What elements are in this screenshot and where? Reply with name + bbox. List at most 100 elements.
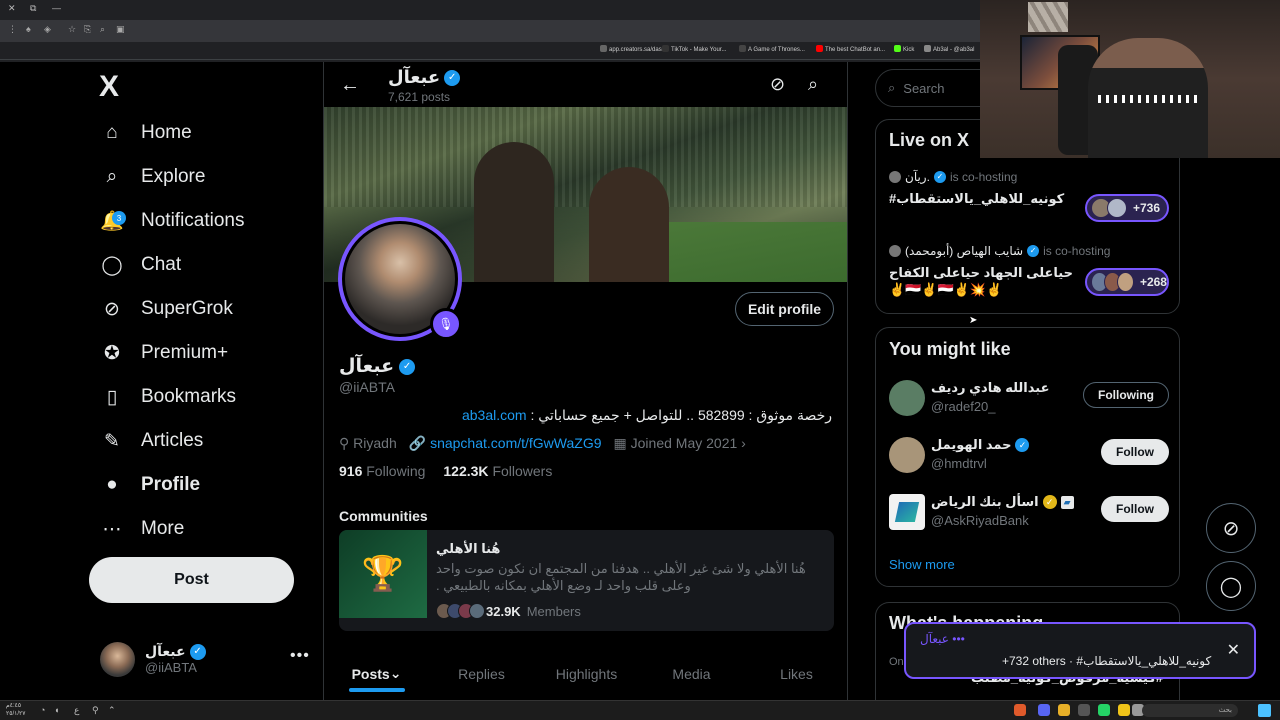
bookmark-item[interactable]: Ab3al - @ab3al: [924, 45, 974, 53]
bookmark-favicon-icon: [600, 45, 607, 52]
tab-highlights[interactable]: Highlights: [534, 647, 639, 700]
microphone-icon[interactable]: ⚲: [92, 705, 99, 716]
whatsapp-icon[interactable]: [1098, 704, 1110, 716]
nav-item-premium[interactable]: ✪ Premium+: [100, 331, 228, 375]
restore-icon[interactable]: ⧉: [30, 3, 36, 14]
location: Riyadh: [353, 435, 397, 451]
listener-count-pill[interactable]: +268: [1085, 268, 1169, 296]
nav-item-bookmarks[interactable]: ▯ Bookmarks: [100, 375, 236, 419]
discord-icon[interactable]: [1038, 704, 1050, 716]
nav-item-supergrok[interactable]: ⊘ SuperGrok: [100, 287, 233, 331]
user-name: عبدالله هادي رديف: [931, 380, 1050, 395]
edit-profile-button[interactable]: Edit profile: [735, 292, 834, 326]
bookmark-label: app.creators.sa/das...: [609, 47, 667, 53]
chevron-up-icon[interactable]: ⌃: [108, 705, 116, 716]
listener-count: +268: [1139, 275, 1167, 289]
back-arrow-icon[interactable]: ←: [340, 74, 360, 97]
star-icon[interactable]: ☆: [68, 24, 76, 35]
grok-icon[interactable]: ⊘: [770, 74, 785, 95]
more-circle-icon: ⋯: [102, 518, 122, 540]
volume-icon[interactable]: ◖: [54, 705, 59, 715]
verified-badge-icon: ✓: [399, 358, 416, 375]
suggested-user-row[interactable]: عبدالله هادي رديف @radef20_ Following: [889, 376, 1169, 420]
menu-icon[interactable]: ⋮: [8, 24, 17, 35]
profile-tabs: Posts ⌄ Replies Highlights Media Likes: [324, 647, 847, 700]
live-space-item[interactable]: شايب الهياص (أبومحمد) ✓ is co-hosting حياعل…: [889, 244, 1169, 298]
more-dots-icon[interactable]: •••: [290, 647, 310, 665]
show-more-link[interactable]: Show more: [889, 557, 955, 572]
bookmark-label: Kick: [903, 47, 915, 53]
nav-item-articles[interactable]: ✎ Articles: [100, 419, 203, 463]
user-name: اسأل بنك الرياض: [931, 494, 1039, 509]
nav-item-profile[interactable]: ● Profile: [100, 463, 200, 507]
followers-link[interactable]: 122.3K Followers: [443, 463, 552, 479]
bookmark-item[interactable]: The best ChatBot an...: [816, 45, 885, 53]
suggested-user-row[interactable]: اسأل بنك الرياض ✓ ▰ @AskRiyadBank Follow: [889, 490, 1169, 534]
live-space-toast[interactable]: ••• عبعآل +732 others · #كونيه_للاهلي_يا…: [904, 622, 1256, 679]
extension-icon[interactable]: ♠: [26, 24, 31, 34]
app-icon[interactable]: [1078, 704, 1090, 716]
extension-icon[interactable]: ◈: [44, 24, 51, 35]
nav-item-chat[interactable]: ◯ Chat: [100, 243, 181, 287]
search-icon[interactable]: ⌕: [808, 74, 818, 95]
live-space-item[interactable]: .ريآن ✓ is co-hosting كونيه_للاهلي_يالاستقط…: [889, 170, 1169, 222]
community-card[interactable]: 🏆 هُنا الأهلي هُنا الأهلي ولا شئ غير الأ…: [339, 530, 834, 631]
bio-link[interactable]: ab3al.com: [462, 407, 527, 423]
host-status: is co-hosting: [1043, 244, 1111, 258]
post-button[interactable]: Post: [89, 557, 294, 603]
suggested-user-name: حمد الهويمل ✓: [931, 437, 1030, 453]
avatar: [889, 245, 901, 257]
tab-posts[interactable]: Posts ⌄: [324, 647, 429, 700]
follow-button[interactable]: Follow: [1101, 439, 1169, 465]
bookmark-item[interactable]: TikTok - Make Your...: [662, 45, 726, 53]
post-count: 7,621 posts: [388, 90, 451, 104]
community-trophy-icon: 🏆: [339, 530, 427, 618]
nav-item-home[interactable]: ⌂ Home: [100, 111, 191, 155]
microphone-icon[interactable]: 🎙: [430, 308, 462, 340]
tab-label: Highlights: [555, 665, 618, 682]
close-icon[interactable]: ✕: [1227, 640, 1240, 660]
tab-likes[interactable]: Likes: [744, 647, 847, 700]
chevron-right-icon[interactable]: ›: [741, 435, 746, 451]
following-button[interactable]: Following: [1083, 382, 1169, 408]
community-name: هُنا الأهلي: [436, 541, 501, 556]
grok-fab-icon[interactable]: ⊘: [1206, 503, 1256, 553]
suggested-user-row[interactable]: حمد الهويمل ✓ @hmdtrvl Follow: [889, 433, 1169, 477]
bookmark-item[interactable]: A Game of Thrones...: [739, 45, 805, 53]
who-to-follow-panel: You might like Show more عبدالله هادي رد…: [875, 327, 1180, 587]
share-icon[interactable]: ⎘: [84, 24, 91, 35]
windows-start-icon[interactable]: [1258, 704, 1271, 717]
profile-link[interactable]: snapchat.com/t/fGwWaZG9: [430, 435, 601, 451]
language-icon[interactable]: ع: [74, 705, 79, 716]
tab-media[interactable]: Media: [639, 647, 744, 700]
zoom-icon[interactable]: ⌕: [100, 24, 105, 35]
listener-count-pill[interactable]: +736: [1085, 194, 1169, 222]
following-link[interactable]: 916 Following: [339, 463, 425, 479]
nav-item-explore[interactable]: ⌕ Explore: [100, 155, 206, 199]
verified-badge-icon: ✓: [189, 643, 206, 660]
listener-count: +736: [1133, 201, 1161, 215]
x-logo-icon[interactable]: X: [99, 70, 119, 104]
account-switcher[interactable]: عبعآل ✓ @iiABTA: [100, 637, 310, 681]
chrome-icon[interactable]: [1058, 704, 1070, 716]
folder-icon[interactable]: [1118, 704, 1130, 716]
tab-replies[interactable]: Replies: [429, 647, 534, 700]
bookmark-favicon-icon: [816, 45, 823, 52]
taskbar-search[interactable]: بحث: [1142, 704, 1238, 717]
chat-fab-icon[interactable]: ◯: [1206, 561, 1256, 611]
nav-item-notifications[interactable]: 🔔3 Notifications: [100, 199, 244, 243]
live-host: .ريآن ✓ is co-hosting: [889, 170, 1169, 184]
app-icon[interactable]: [1014, 704, 1026, 716]
search-icon: ⌕: [106, 166, 118, 187]
profile-bio: رخصة موثوق : 582899 .. للتواصل + جميع حس…: [462, 407, 832, 424]
bookmark-item[interactable]: app.creators.sa/das...: [600, 45, 667, 53]
close-icon[interactable]: ✕: [8, 3, 16, 14]
nav-item-more[interactable]: ⋯ More: [100, 507, 185, 551]
bookmark-item[interactable]: Kick: [894, 45, 914, 53]
calendar-icon: ▦: [613, 435, 631, 451]
follow-button[interactable]: Follow: [1101, 496, 1169, 522]
install-icon[interactable]: ▣: [116, 24, 125, 35]
minimize-icon[interactable]: —: [52, 3, 61, 13]
account-handle: @iiABTA: [145, 660, 197, 675]
wifi-icon[interactable]: ◔: [40, 705, 45, 715]
